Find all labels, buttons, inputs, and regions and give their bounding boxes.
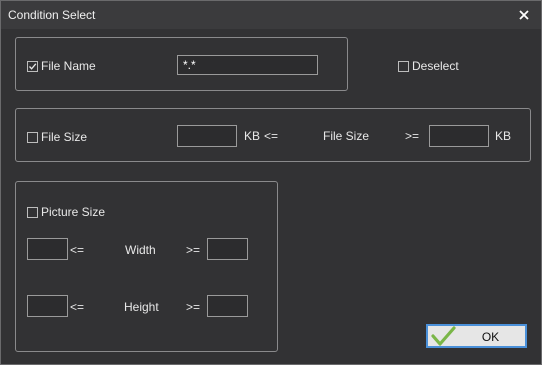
file-size-operator-2: >= [405, 129, 420, 143]
file-size-unit-1: KB [244, 129, 261, 143]
height-max-input[interactable] [207, 295, 248, 317]
ok-button[interactable]: OK [426, 324, 527, 348]
close-button[interactable] [513, 4, 535, 26]
deselect-checkbox[interactable]: Deselect [398, 59, 459, 73]
picture-size-label: Picture Size [41, 205, 106, 219]
checkmark-icon [29, 62, 37, 70]
file-size-middle-label: File Size [323, 129, 370, 143]
file-size-label: File Size [41, 130, 88, 144]
file-size-checkbox[interactable]: File Size [27, 130, 87, 144]
file-size-min-input[interactable] [177, 125, 237, 147]
close-icon [519, 10, 529, 20]
deselect-checkbox-box[interactable] [398, 60, 409, 72]
condition-select-dialog: Condition Select File Name Deselect File… [0, 0, 542, 365]
ok-button-label: OK [481, 330, 500, 344]
picture-size-checkbox-box[interactable] [27, 206, 38, 218]
file-size-operator-1: <= [264, 129, 279, 143]
height-operator-2: >= [186, 300, 201, 314]
window-title: Condition Select [8, 8, 96, 22]
file-name-checkbox-box[interactable] [27, 60, 38, 72]
file-name-checkbox[interactable]: File Name [27, 59, 96, 73]
width-operator-2: >= [186, 243, 201, 257]
height-label: Height [124, 300, 159, 314]
height-operator-1: <= [70, 300, 85, 314]
deselect-label: Deselect [412, 59, 459, 73]
height-min-input[interactable] [27, 295, 68, 317]
picture-size-checkbox[interactable]: Picture Size [27, 205, 105, 219]
file-size-max-input[interactable] [429, 125, 489, 147]
file-name-input[interactable] [177, 55, 318, 75]
width-label: Width [125, 243, 156, 257]
file-name-label: File Name [41, 59, 96, 73]
file-size-checkbox-box[interactable] [27, 131, 38, 143]
title-bar: Condition Select [1, 1, 541, 29]
file-size-unit-2: KB [495, 129, 512, 143]
width-min-input[interactable] [27, 238, 68, 260]
width-max-input[interactable] [207, 238, 248, 260]
width-operator-1: <= [70, 243, 85, 257]
